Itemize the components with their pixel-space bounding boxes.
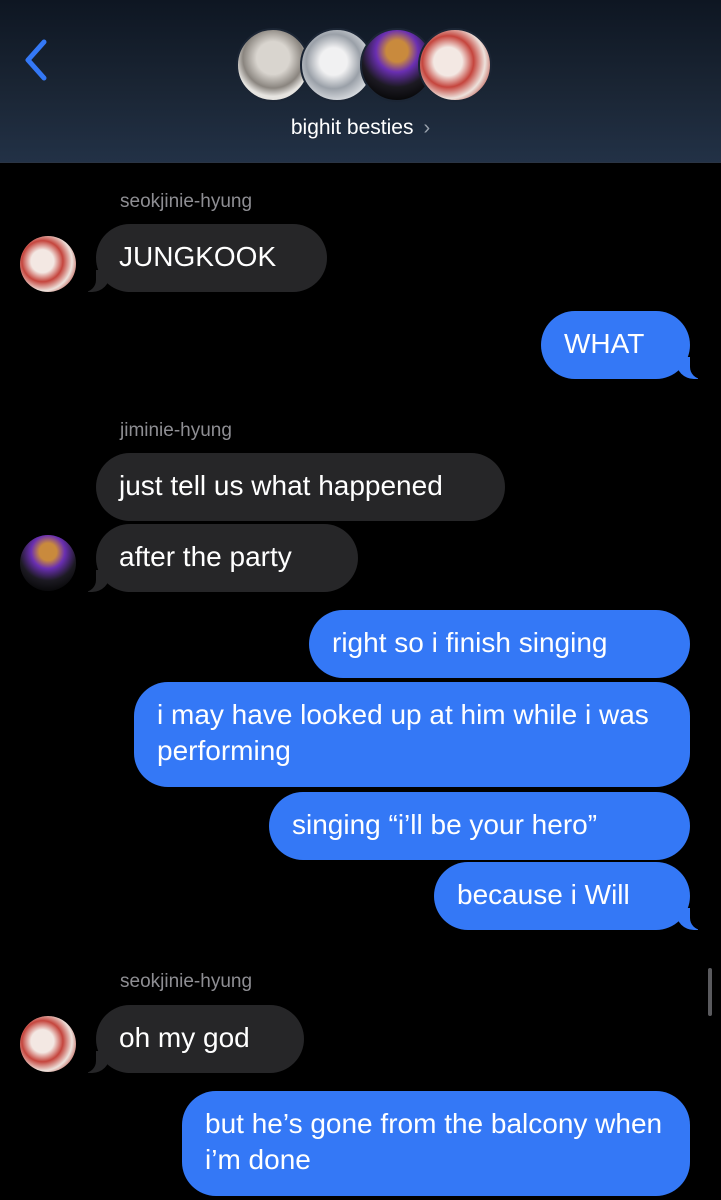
avatar[interactable] — [20, 535, 76, 591]
message-text: right so i finish singing — [332, 627, 608, 658]
avatar — [418, 28, 492, 102]
group-name-label: bighit besties — [290, 116, 414, 139]
message-bubble-incoming[interactable]: after the party — [82, 524, 358, 592]
avatar[interactable] — [20, 1016, 76, 1072]
message-bubble-outgoing[interactable]: i may have looked up at him while i was … — [134, 682, 690, 787]
message-bubble-outgoing[interactable]: singing “i’ll be your hero” — [269, 792, 690, 860]
message-text: but he’s gone from the balcony when i’m … — [205, 1108, 663, 1175]
message-text: oh my god — [119, 1022, 250, 1053]
chevron-right-icon: › — [423, 117, 431, 139]
message-bubble-outgoing[interactable]: WHAT — [541, 311, 704, 379]
sender-name: jiminie-hyung — [120, 420, 232, 441]
message-bubble-incoming[interactable]: oh my god — [82, 1005, 304, 1073]
back-button[interactable] — [18, 38, 58, 82]
message-text: singing “i’ll be your hero” — [292, 809, 598, 840]
message-bubble-outgoing[interactable]: but he’s gone from the balcony when i’m … — [182, 1091, 690, 1196]
message-bubble-incoming[interactable]: just tell us what happened — [96, 453, 505, 521]
chevron-left-icon — [25, 39, 47, 81]
sender-name: seokjinie-hyung — [120, 971, 253, 992]
message-bubble-outgoing[interactable]: because i Will — [434, 862, 704, 930]
avatar — [236, 28, 310, 102]
sender-name: seokjinie-hyung — [120, 191, 253, 212]
message-text: WHAT — [564, 328, 645, 359]
message-text: just tell us what happened — [119, 470, 443, 501]
message-text: after the party — [119, 541, 292, 572]
scrollbar[interactable] — [708, 968, 712, 1016]
message-text: JUNGKOOK — [119, 241, 277, 272]
message-text: i may have looked up at him while i was … — [157, 699, 649, 766]
message-text: because i Will — [457, 879, 630, 910]
avatar[interactable] — [20, 236, 76, 292]
message-bubble-outgoing[interactable]: right so i finish singing — [309, 610, 690, 678]
conversation-header: bighit besties › — [0, 0, 721, 163]
group-name-button[interactable]: bighit besties › — [0, 116, 721, 140]
message-bubble-incoming[interactable]: JUNGKOOK — [82, 224, 327, 292]
group-avatars[interactable] — [236, 28, 492, 108]
